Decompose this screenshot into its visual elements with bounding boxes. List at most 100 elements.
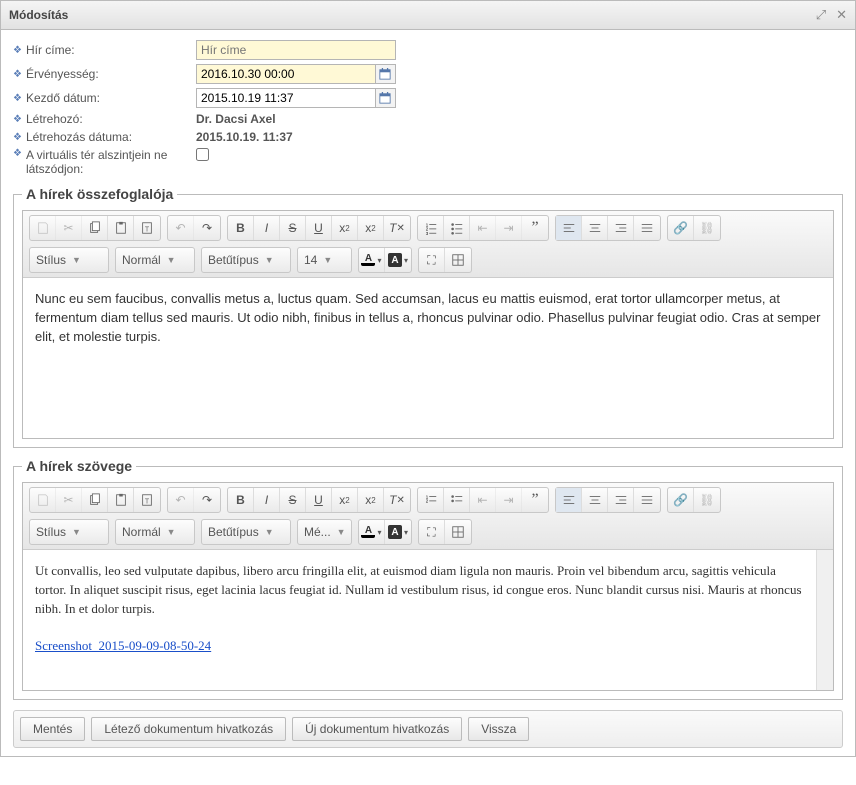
align-justify-icon[interactable]	[634, 216, 660, 240]
redo-icon[interactable]: ↷	[194, 488, 220, 512]
row-virtual: ❖ A virtuális tér alszintjein ne látszód…	[13, 148, 843, 176]
align-left-icon[interactable]	[556, 488, 582, 512]
format-combo[interactable]: Normál▼	[115, 519, 195, 545]
outdent-icon[interactable]: ⇤	[470, 216, 496, 240]
font-combo[interactable]: Betűtípus▼	[201, 247, 291, 273]
align-right-icon[interactable]	[608, 488, 634, 512]
back-button[interactable]: Vissza	[468, 717, 529, 741]
copy-icon[interactable]	[82, 488, 108, 512]
chevron-down-icon: ▼	[72, 255, 81, 265]
svg-text:T: T	[145, 499, 150, 506]
group-view: ⛶	[418, 247, 472, 273]
bg-color-button[interactable]: A▾	[385, 520, 411, 544]
validity-calendar-button[interactable]	[376, 64, 396, 84]
toolbar-row-2: Stílus▼ Normál▼ Betűtípus▼ Mé...▼ A▾ A▾ …	[29, 519, 827, 545]
undo-icon[interactable]: ↶	[168, 488, 194, 512]
window-controls: ⤢ ✕	[816, 7, 847, 23]
size-combo[interactable]: 14▼	[297, 247, 352, 273]
bullet-icon: ❖	[13, 69, 22, 80]
maximize-editor-icon[interactable]: ⛶	[419, 520, 445, 544]
italic-button[interactable]: I	[254, 488, 280, 512]
title-input[interactable]	[196, 40, 396, 60]
subscript-icon[interactable]: x2	[332, 488, 358, 512]
unlink-icon[interactable]: ⛓	[694, 488, 720, 512]
text-color-button[interactable]: A▾	[359, 248, 385, 272]
group-color: A▾ A▾	[358, 247, 412, 273]
text-color-button[interactable]: A▾	[359, 520, 385, 544]
close-icon[interactable]: ✕	[836, 7, 847, 23]
align-justify-icon[interactable]	[634, 488, 660, 512]
maximize-editor-icon[interactable]: ⛶	[419, 248, 445, 272]
numbered-list-icon[interactable]: 12	[418, 488, 444, 512]
font-combo[interactable]: Betűtípus▼	[201, 519, 291, 545]
table-icon[interactable]	[445, 248, 471, 272]
align-center-icon[interactable]	[582, 488, 608, 512]
bullet-list-icon[interactable]	[444, 488, 470, 512]
blockquote-icon[interactable]: ”	[522, 488, 548, 512]
bold-button[interactable]: B	[228, 488, 254, 512]
attachment-link[interactable]: Screenshot_2015-09-09-08-50-24	[35, 638, 211, 653]
unlink-icon[interactable]: ⛓	[694, 216, 720, 240]
source-icon[interactable]	[30, 488, 56, 512]
bg-color-button[interactable]: A▾	[385, 248, 411, 272]
remove-format-icon[interactable]: T✕	[384, 216, 410, 240]
table-icon[interactable]	[445, 520, 471, 544]
summary-content[interactable]: Nunc eu sem faucibus, convallis metus a,…	[23, 278, 833, 438]
undo-icon[interactable]: ↶	[168, 216, 194, 240]
redo-icon[interactable]: ↷	[194, 216, 220, 240]
copy-icon[interactable]	[82, 216, 108, 240]
align-left-icon[interactable]	[556, 216, 582, 240]
blockquote-icon[interactable]: ”	[522, 216, 548, 240]
align-center-icon[interactable]	[582, 216, 608, 240]
start-calendar-button[interactable]	[376, 88, 396, 108]
cut-icon[interactable]: ✂	[56, 488, 82, 512]
body-toolbar: ✂ T ↶ ↷ B I S U	[23, 483, 833, 550]
style-combo[interactable]: Stílus▼	[29, 247, 109, 273]
label-virtual: A virtuális tér alszintjein ne látszódjo…	[26, 148, 196, 176]
label-title: Hír címe:	[26, 43, 196, 57]
underline-button[interactable]: U	[306, 216, 332, 240]
save-button[interactable]: Mentés	[20, 717, 85, 741]
cut-icon[interactable]: ✂	[56, 216, 82, 240]
new-doc-button[interactable]: Új dokumentum hivatkozás	[292, 717, 462, 741]
virtual-checkbox[interactable]	[196, 148, 209, 161]
paste-icon[interactable]	[108, 488, 134, 512]
paste-text-icon[interactable]: T	[134, 488, 160, 512]
underline-button[interactable]: U	[306, 488, 332, 512]
body-content[interactable]: Ut convallis, leo sed vulputate dapibus,…	[23, 550, 816, 690]
link-icon[interactable]: 🔗	[668, 488, 694, 512]
outdent-icon[interactable]: ⇤	[470, 488, 496, 512]
superscript-icon[interactable]: x2	[358, 488, 384, 512]
source-icon[interactable]	[30, 216, 56, 240]
scrollbar[interactable]	[816, 550, 833, 690]
validity-input[interactable]	[196, 64, 376, 84]
paste-text-icon[interactable]: T	[134, 216, 160, 240]
calendar-icon	[379, 68, 391, 80]
italic-button[interactable]: I	[254, 216, 280, 240]
style-combo[interactable]: Stílus▼	[29, 519, 109, 545]
strike-button[interactable]: S	[280, 488, 306, 512]
remove-format-icon[interactable]: T✕	[384, 488, 410, 512]
start-input[interactable]	[196, 88, 376, 108]
subscript-icon[interactable]: x2	[332, 216, 358, 240]
size-combo[interactable]: Mé...▼	[297, 519, 352, 545]
numbered-list-icon[interactable]: 123	[418, 216, 444, 240]
indent-icon[interactable]: ⇥	[496, 216, 522, 240]
bullet-list-icon[interactable]	[444, 216, 470, 240]
group-format: B I S U x2 x2 T✕	[227, 487, 411, 513]
superscript-icon[interactable]: x2	[358, 216, 384, 240]
paste-icon[interactable]	[108, 216, 134, 240]
align-right-icon[interactable]	[608, 216, 634, 240]
bold-button[interactable]: B	[228, 216, 254, 240]
maximize-icon[interactable]: ⤢	[816, 7, 826, 23]
existing-doc-button[interactable]: Létező dokumentum hivatkozás	[91, 717, 286, 741]
strike-button[interactable]: S	[280, 216, 306, 240]
window-title: Módosítás	[9, 8, 68, 22]
toolbar-row-2: Stílus▼ Normál▼ Betűtípus▼ 14▼ A▾ A▾ ⛶	[29, 247, 827, 273]
indent-icon[interactable]: ⇥	[496, 488, 522, 512]
group-undo: ↶ ↷	[167, 487, 221, 513]
format-combo[interactable]: Normál▼	[115, 247, 195, 273]
svg-text:3: 3	[425, 231, 428, 235]
link-icon[interactable]: 🔗	[668, 216, 694, 240]
label-validity: Érvényesség:	[26, 67, 196, 81]
